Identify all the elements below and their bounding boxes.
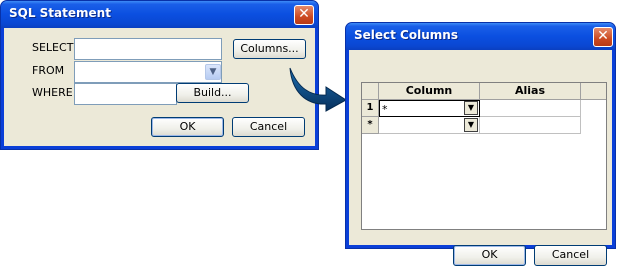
from-label: FROM: [32, 64, 65, 77]
column-cell-value: *: [382, 103, 388, 116]
title-bar[interactable]: Select Columns ✕: [346, 23, 615, 50]
columns-grid: Column Alias 1 * ▼ * ▼: [361, 82, 607, 230]
where-input[interactable]: [74, 83, 177, 105]
chevron-down-icon[interactable]: ▼: [464, 101, 478, 115]
alias-cell[interactable]: [480, 100, 581, 117]
ok-button[interactable]: OK: [151, 117, 224, 137]
chevron-down-icon[interactable]: ▼: [464, 118, 478, 132]
columns-button[interactable]: Columns...: [233, 39, 306, 59]
column-header-alias[interactable]: Alias: [480, 83, 581, 100]
dialog-title: SQL Statement: [9, 6, 111, 20]
curved-arrow-icon: [289, 67, 347, 112]
row-indicator[interactable]: 1: [362, 100, 379, 117]
where-label: WHERE: [32, 86, 73, 99]
alias-cell[interactable]: [480, 117, 581, 134]
close-icon[interactable]: ✕: [294, 5, 314, 25]
from-dropdown[interactable]: [74, 61, 222, 83]
cancel-button[interactable]: Cancel: [534, 245, 607, 266]
column-header-column[interactable]: Column: [379, 83, 480, 100]
sql-statement-dialog: SQL Statement ✕ SELECT Columns... FROM ▼…: [0, 0, 319, 150]
select-label: SELECT: [32, 41, 74, 54]
grid-corner: [362, 83, 379, 100]
title-bar[interactable]: SQL Statement ✕: [1, 1, 318, 28]
cancel-button[interactable]: Cancel: [232, 117, 305, 137]
header-filler: [581, 83, 606, 100]
select-input[interactable]: [74, 38, 222, 60]
new-row-indicator[interactable]: *: [362, 117, 379, 134]
ok-button[interactable]: OK: [453, 245, 526, 266]
close-icon[interactable]: ✕: [593, 27, 613, 47]
build-button[interactable]: Build...: [176, 83, 249, 103]
dialog-body: Column Alias 1 * ▼ * ▼ OK Cancel: [349, 50, 612, 266]
dialog-body: SELECT Columns... FROM ▼ WHERE Build... …: [4, 28, 315, 146]
select-columns-dialog: Select Columns ✕ Column Alias 1 * ▼ * ▼ …: [345, 22, 616, 266]
chevron-down-icon[interactable]: ▼: [205, 64, 221, 80]
dialog-title: Select Columns: [354, 28, 458, 42]
